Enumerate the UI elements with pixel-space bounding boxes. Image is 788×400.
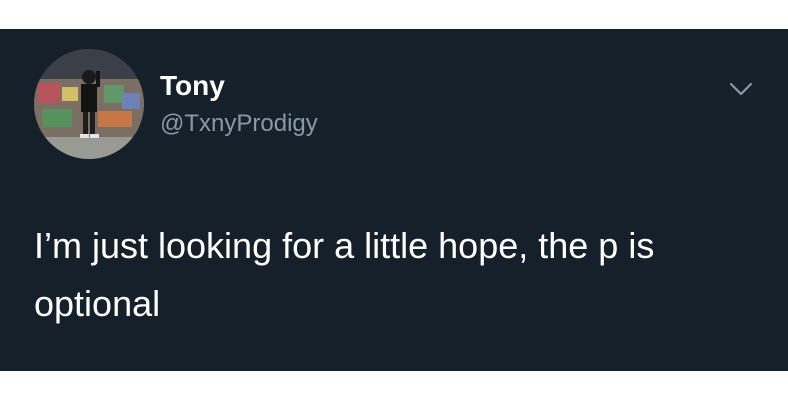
tweet-text: I’m just looking for a little hope, the … bbox=[34, 225, 655, 324]
user-handle[interactable]: @TxnyProdigy bbox=[160, 110, 318, 138]
page: Tony @TxnyProdigy I’m just looking for a… bbox=[0, 0, 788, 400]
tweet-card: Tony @TxnyProdigy I’m just looking for a… bbox=[0, 29, 788, 371]
display-name[interactable]: Tony bbox=[160, 70, 225, 102]
avatar[interactable] bbox=[34, 49, 144, 159]
avatar-photo bbox=[34, 49, 144, 159]
chevron-down-icon[interactable] bbox=[728, 79, 754, 99]
